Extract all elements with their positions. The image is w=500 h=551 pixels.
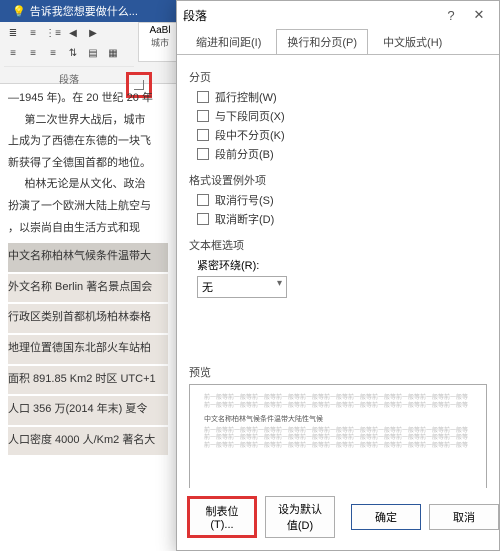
doc-line: ，以崇尚自由生活方式和现 bbox=[8, 220, 168, 238]
checkbox-no-line-num[interactable] bbox=[197, 194, 209, 206]
checkbox-keep-lines[interactable] bbox=[197, 129, 209, 141]
preview-filler: 前一般等前一般等前一般等前一般等前一般等前一般等前一般等前一般等前一般等前一般等… bbox=[204, 403, 472, 411]
close-button[interactable]: ✕ bbox=[465, 1, 493, 29]
checkbox-no-hyphen[interactable] bbox=[197, 213, 209, 225]
dialog-body: 分页 孤行控制(W) 与下段同页(X) 段中不分页(K) 段前分页(B) 格式设… bbox=[177, 55, 499, 488]
numbering-icon[interactable]: ≡ bbox=[24, 24, 42, 42]
ok-button[interactable]: 确定 bbox=[351, 504, 421, 530]
preview-main-text: 中文名称柏林气候条件温带大陆性气候 bbox=[204, 415, 472, 424]
document-body: —1945 年)。在 20 世纪 20 年 第二次世界大战后，城市 上成为了西德… bbox=[0, 84, 176, 463]
dialog-footer: 制表位(T)... 设为默认值(D) 确定 取消 bbox=[177, 488, 499, 550]
label-tight-wrap: 紧密环绕(R): bbox=[197, 257, 259, 273]
align-center-icon[interactable]: ≡ bbox=[24, 44, 42, 62]
bullets-icon[interactable]: ≣ bbox=[4, 24, 22, 42]
preview-filler: 前一般等前一般等前一般等前一般等前一般等前一般等前一般等前一般等前一般等前一般等… bbox=[204, 443, 472, 451]
align-left-icon[interactable]: ≡ bbox=[4, 44, 22, 62]
doc-line: 新获得了全德国首都的地位。 bbox=[8, 155, 168, 173]
table-row: 地理位置德国东北部火车站柏 bbox=[8, 335, 168, 364]
set-default-button[interactable]: 设为默认值(D) bbox=[265, 496, 335, 538]
checkbox-keep-next[interactable] bbox=[197, 110, 209, 122]
style-name-text: 城市 bbox=[141, 36, 179, 49]
table-row: 面积 891.85 Km2 时区 UTC+1 bbox=[8, 366, 168, 395]
dialog-title: 段落 bbox=[183, 7, 437, 24]
label-widow: 孤行控制(W) bbox=[215, 89, 277, 105]
help-button[interactable]: ? bbox=[437, 1, 465, 29]
select-tight-wrap[interactable]: 无 bbox=[197, 276, 287, 298]
ribbon-group-label: 段落 bbox=[4, 66, 134, 86]
decrease-indent-icon[interactable]: ◀ bbox=[64, 24, 82, 42]
label-keep-lines: 段中不分页(K) bbox=[215, 127, 285, 143]
doc-selected-block: 中文名称柏林气候条件温带大 外文名称 Berlin 著名景点国会 行政区类别首都… bbox=[8, 243, 168, 455]
label-keep-next: 与下段同页(X) bbox=[215, 108, 285, 124]
paragraph-dialog: 段落 ? ✕ 缩进和间距(I) 换行和分页(P) 中文版式(H) 分页 孤行控制… bbox=[176, 0, 500, 551]
label-no-hyphen: 取消断字(D) bbox=[215, 211, 274, 227]
preview-box: 前一般等前一般等前一般等前一般等前一般等前一般等前一般等前一般等前一般等前一般等… bbox=[189, 384, 487, 488]
doc-line: 上成为了西德在东德的一块飞 bbox=[8, 133, 168, 151]
preview-label: 预览 bbox=[189, 364, 487, 380]
tab-pagination[interactable]: 换行和分页(P) bbox=[276, 29, 368, 55]
group-pagination-label: 分页 bbox=[189, 69, 487, 85]
shading-icon[interactable]: ▤ bbox=[84, 44, 102, 62]
align-right-icon[interactable]: ≡ bbox=[44, 44, 62, 62]
tab-cjk[interactable]: 中文版式(H) bbox=[372, 29, 453, 55]
label-page-break: 段前分页(B) bbox=[215, 146, 274, 162]
tab-indent[interactable]: 缩进和间距(I) bbox=[185, 29, 272, 55]
doc-line: 第二次世界大战后，城市 bbox=[8, 112, 168, 130]
checkbox-widow[interactable] bbox=[197, 91, 209, 103]
cancel-button[interactable]: 取消 bbox=[429, 504, 499, 530]
table-row: 人口 356 万(2014 年末) 夏令 bbox=[8, 396, 168, 425]
table-row: 中文名称柏林气候条件温带大 bbox=[8, 243, 168, 272]
group-textbox-label: 文本框选项 bbox=[189, 237, 487, 253]
group-exceptions-label: 格式设置例外项 bbox=[189, 172, 487, 188]
dialog-header: 段落 ? ✕ bbox=[177, 1, 499, 29]
style-sample-text: AaBl bbox=[141, 25, 179, 36]
label-no-line-num: 取消行号(S) bbox=[215, 192, 274, 208]
checkbox-page-break[interactable] bbox=[197, 148, 209, 160]
dialog-tabs: 缩进和间距(I) 换行和分页(P) 中文版式(H) bbox=[177, 29, 499, 55]
doc-line: 柏林无论是从文化、政治 bbox=[8, 176, 168, 194]
preview-filler: 前一般等前一般等前一般等前一般等前一般等前一般等前一般等前一般等前一般等前一般等… bbox=[204, 395, 472, 403]
table-row: 行政区类别首都机场柏林泰格 bbox=[8, 304, 168, 333]
ribbon-paragraph-group: ≣ ≡ ⋮≡ ◀ ▶ ≡ ≡ ≡ ⇅ ▤ ▦ 段落 bbox=[0, 22, 138, 83]
doc-line: 扮演了一个欧洲大陆上航空与 bbox=[8, 198, 168, 216]
doc-line: —1945 年)。在 20 世纪 20 年 bbox=[8, 90, 168, 108]
line-spacing-icon[interactable]: ⇅ bbox=[64, 44, 82, 62]
table-row: 外文名称 Berlin 著名景点国会 bbox=[8, 274, 168, 303]
table-row: 人口密度 4000 人/Km2 著名大 bbox=[8, 427, 168, 456]
tell-me-box[interactable]: 💡 告诉我您想要做什么... bbox=[12, 3, 138, 19]
increase-indent-icon[interactable]: ▶ bbox=[84, 24, 102, 42]
borders-icon[interactable]: ▦ bbox=[104, 44, 122, 62]
tabs-button[interactable]: 制表位(T)... bbox=[187, 496, 257, 538]
multilevel-icon[interactable]: ⋮≡ bbox=[44, 24, 62, 42]
